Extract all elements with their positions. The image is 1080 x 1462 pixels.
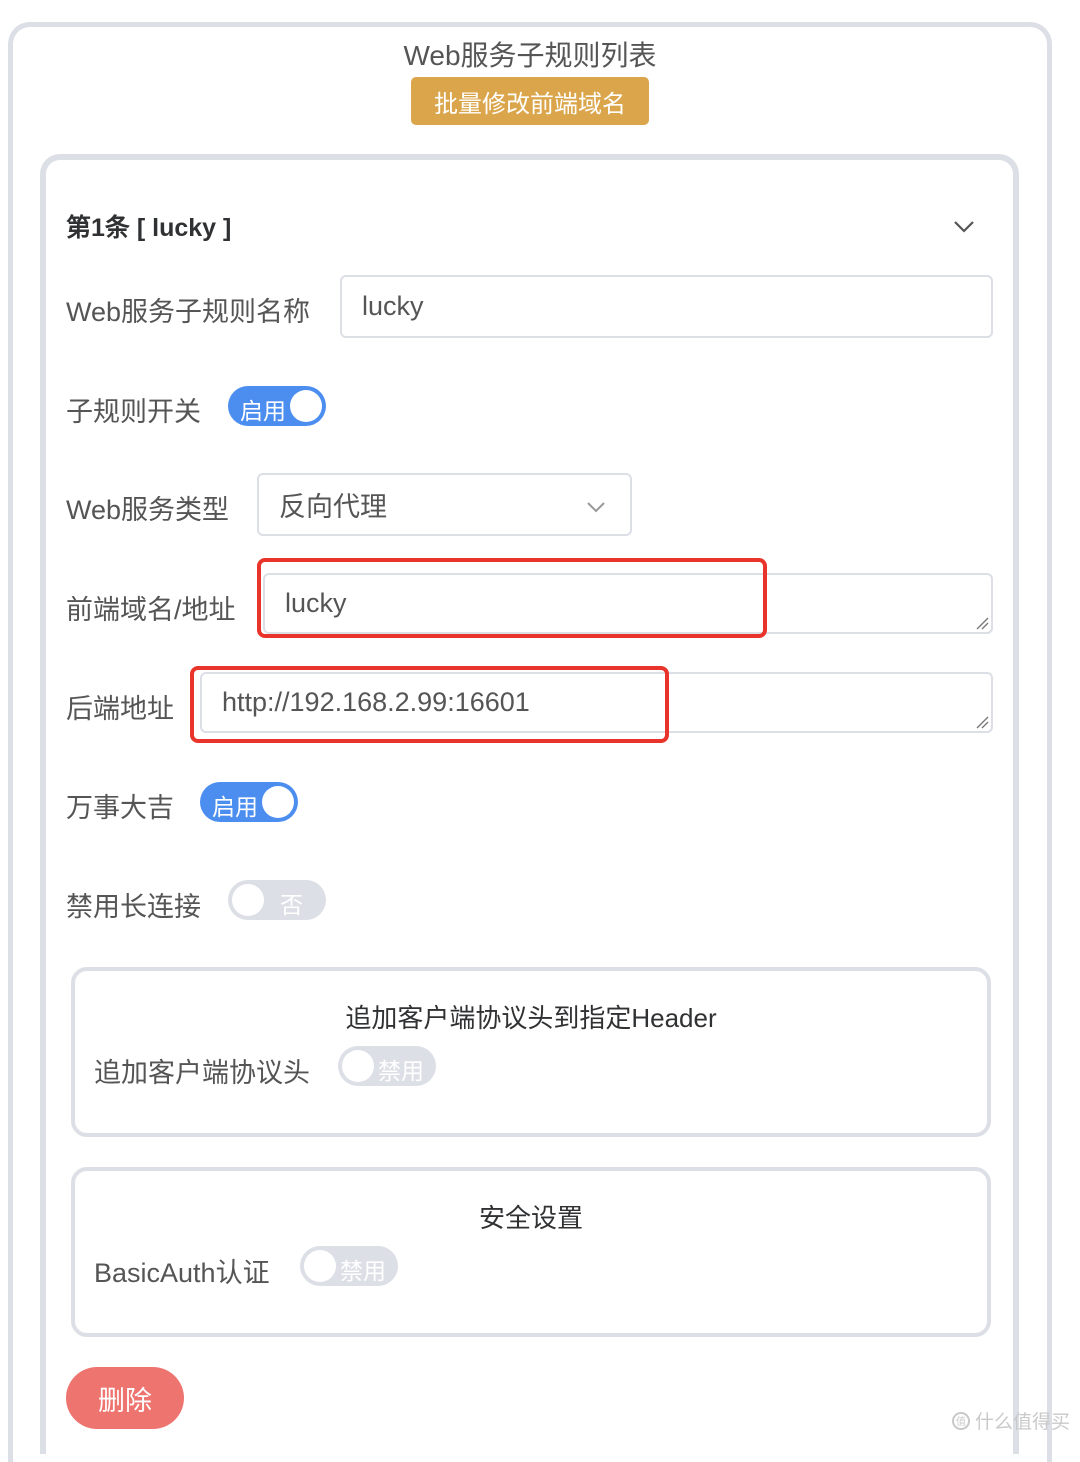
rule-switch-toggle[interactable]: 启用: [228, 386, 326, 426]
backend-address-label: 后端地址: [66, 694, 174, 724]
rule-name-label: Web服务子规则名称: [66, 297, 311, 327]
frontend-domain-label: 前端域名/地址: [66, 595, 236, 625]
service-type-label: Web服务类型: [66, 495, 230, 525]
chevron-down-icon: [587, 502, 605, 513]
frontend-highlight-box: [257, 558, 767, 638]
svg-text:值: 值: [956, 1415, 966, 1428]
service-type-value: 反向代理: [279, 492, 387, 522]
client-header-label: 追加客户端协议头: [94, 1058, 310, 1088]
basic-auth-label: BasicAuth认证: [94, 1258, 270, 1288]
toggle-knob: [342, 1050, 374, 1082]
rule-switch-text: 启用: [240, 398, 286, 424]
batch-edit-frontend-button[interactable]: 批量修改前端域名: [411, 77, 649, 125]
toggle-knob: [290, 390, 322, 422]
watermark-text: 什么值得买: [974, 1412, 1070, 1433]
rule-name-value: lucky: [362, 291, 424, 321]
client-header-text: 禁用: [378, 1058, 424, 1084]
resize-handle-icon[interactable]: [975, 616, 989, 630]
chevron-down-icon[interactable]: [950, 212, 978, 240]
toggle-knob: [304, 1250, 336, 1282]
wanshi-toggle[interactable]: 启用: [200, 782, 298, 822]
basic-auth-toggle[interactable]: 禁用: [300, 1246, 398, 1286]
keepalive-label: 禁用长连接: [66, 892, 201, 922]
rule-switch-label: 子规则开关: [66, 397, 201, 427]
watermark-logo-icon: 值: [951, 1411, 970, 1430]
resize-handle-icon[interactable]: [975, 715, 989, 729]
keepalive-toggle[interactable]: 否: [228, 880, 326, 920]
keepalive-text: 否: [280, 892, 303, 918]
wanshi-text: 启用: [212, 794, 258, 820]
rule-header[interactable]: 第1条 [ lucky ]: [66, 208, 231, 244]
delete-button[interactable]: 删除: [66, 1367, 184, 1429]
basic-auth-text: 禁用: [340, 1258, 386, 1284]
rule-name-input[interactable]: lucky: [340, 275, 993, 338]
client-header-toggle[interactable]: 禁用: [338, 1046, 436, 1086]
wanshi-label: 万事大吉: [66, 793, 174, 823]
service-type-select[interactable]: 反向代理: [257, 473, 632, 536]
toggle-knob: [262, 786, 294, 818]
page-title: Web服务子规则列表: [403, 40, 657, 71]
watermark: 值 什么值得买: [951, 1407, 1070, 1434]
toggle-knob: [232, 884, 264, 916]
security-section-title: 安全设置: [478, 1203, 583, 1233]
client-header-section-title: 追加客户端协议头到指定Header: [345, 1003, 717, 1033]
backend-highlight-box: [190, 666, 669, 743]
